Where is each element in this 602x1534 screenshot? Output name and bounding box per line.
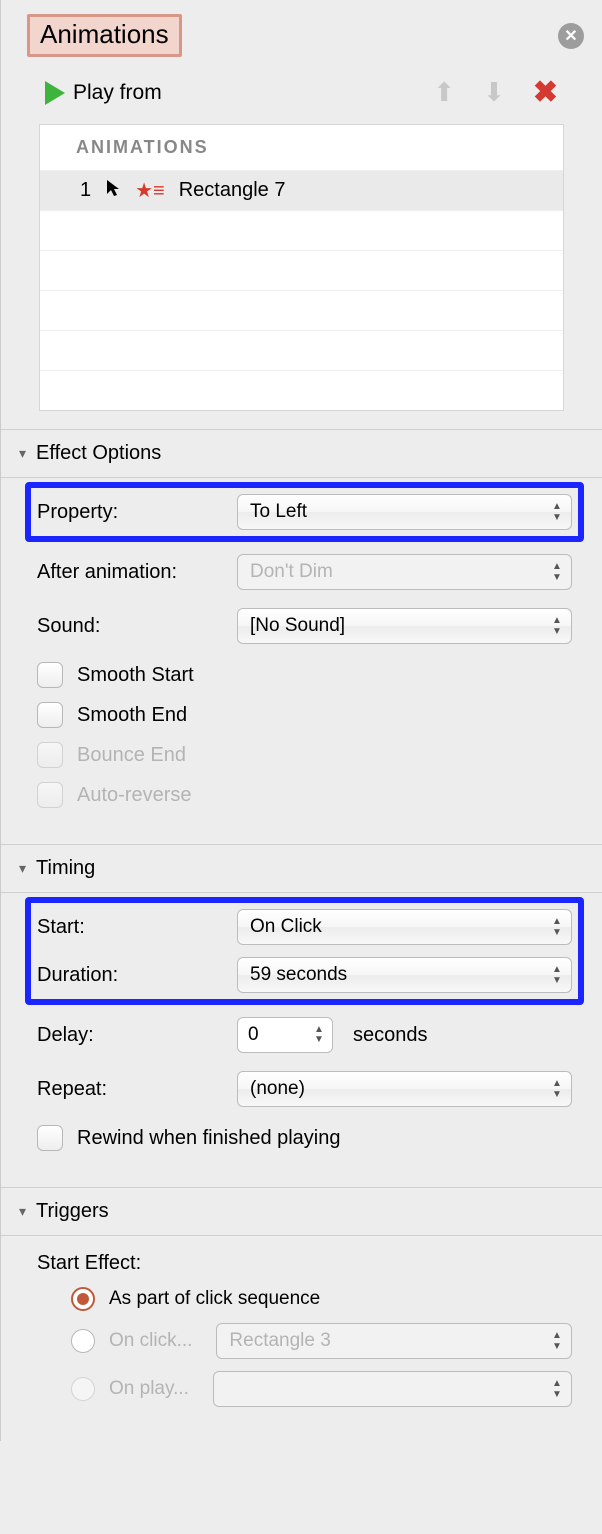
start-select[interactable]: On Click ▲▼ bbox=[237, 909, 572, 945]
trigger-onclick-select: Rectangle 3 ▲▼ bbox=[216, 1323, 572, 1359]
rewind-checkbox[interactable] bbox=[37, 1125, 63, 1151]
trigger-sequence-label: As part of click sequence bbox=[109, 1288, 320, 1310]
sound-select[interactable]: [No Sound] ▲▼ bbox=[237, 608, 572, 644]
stepper-icon: ▲▼ bbox=[549, 611, 565, 641]
trigger-onplay-label: On play... bbox=[109, 1378, 189, 1400]
repeat-value: (none) bbox=[250, 1078, 305, 1100]
section-header-effect-options[interactable]: ▾ Effect Options bbox=[1, 429, 602, 478]
highlight-annotation: Start: On Click ▲▼ Duration: 59 seconds … bbox=[25, 897, 584, 1005]
animation-list[interactable]: ANIMATIONS 1 ★≡ Rectangle 7 bbox=[39, 124, 564, 411]
animation-index: 1 bbox=[80, 179, 91, 202]
section-title: Timing bbox=[36, 857, 95, 880]
play-from-label: Play from bbox=[73, 81, 162, 105]
after-animation-label: After animation: bbox=[37, 561, 237, 584]
highlight-annotation: Property: To Left ▲▼ bbox=[25, 482, 584, 542]
section-title: Effect Options bbox=[36, 442, 161, 465]
close-panel-button[interactable]: ✕ bbox=[558, 23, 584, 49]
trigger-sequence-radio[interactable] bbox=[71, 1287, 95, 1311]
stepper-icon: ▲▼ bbox=[549, 1326, 565, 1356]
start-label: Start: bbox=[37, 916, 237, 939]
stepper-icon: ▲▼ bbox=[549, 497, 565, 527]
duration-value: 59 seconds bbox=[250, 964, 347, 986]
animation-list-empty-row bbox=[40, 210, 563, 250]
arrow-down-icon: ⬇ bbox=[483, 77, 505, 107]
property-value: To Left bbox=[250, 501, 307, 523]
stepper-icon: ▲▼ bbox=[549, 960, 565, 990]
delay-stepper[interactable]: 0 ▲▼ bbox=[237, 1017, 333, 1053]
stepper-icon: ▲▼ bbox=[549, 912, 565, 942]
close-icon: ✕ bbox=[564, 26, 577, 46]
stepper-icon: ▲▼ bbox=[310, 1020, 328, 1050]
panel-tab-animations[interactable]: Animations bbox=[27, 14, 182, 57]
smooth-start-label: Smooth Start bbox=[77, 664, 194, 687]
sound-label: Sound: bbox=[37, 615, 237, 638]
after-animation-value: Don't Dim bbox=[250, 561, 333, 583]
chevron-down-icon: ▾ bbox=[19, 1203, 26, 1220]
duration-select[interactable]: 59 seconds ▲▼ bbox=[237, 957, 572, 993]
animation-list-empty-row bbox=[40, 370, 563, 410]
arrow-up-icon: ⬆ bbox=[433, 77, 455, 107]
section-header-timing[interactable]: ▾ Timing bbox=[1, 844, 602, 893]
auto-reverse-checkbox bbox=[37, 782, 63, 808]
stepper-icon: ▲▼ bbox=[549, 1074, 565, 1104]
onclick-trigger-icon bbox=[105, 178, 121, 203]
smooth-end-label: Smooth End bbox=[77, 704, 187, 727]
smooth-end-checkbox[interactable] bbox=[37, 702, 63, 728]
duration-label: Duration: bbox=[37, 964, 237, 987]
stepper-icon: ▲▼ bbox=[549, 1374, 565, 1404]
sound-value: [No Sound] bbox=[250, 615, 345, 637]
property-label: Property: bbox=[37, 501, 237, 524]
trigger-onplay-select: ▲▼ bbox=[213, 1371, 572, 1407]
remove-animation-button[interactable]: ✖ bbox=[533, 75, 558, 110]
animation-list-empty-row bbox=[40, 290, 563, 330]
move-down-button[interactable]: ⬇ bbox=[483, 77, 505, 108]
remove-icon: ✖ bbox=[533, 76, 558, 109]
animation-list-empty-row bbox=[40, 250, 563, 290]
section-title: Triggers bbox=[36, 1200, 109, 1223]
after-animation-select: Don't Dim ▲▼ bbox=[237, 554, 572, 590]
move-up-button[interactable]: ⬆ bbox=[433, 77, 455, 108]
animation-list-empty-row bbox=[40, 330, 563, 370]
stepper-icon: ▲▼ bbox=[549, 557, 565, 587]
repeat-select[interactable]: (none) ▲▼ bbox=[237, 1071, 572, 1107]
trigger-onclick-value: Rectangle 3 bbox=[229, 1330, 330, 1352]
delay-label: Delay: bbox=[37, 1024, 237, 1047]
panel-tab-label: Animations bbox=[40, 19, 169, 49]
trigger-onclick-label: On click... bbox=[109, 1330, 192, 1352]
start-effect-label: Start Effect: bbox=[37, 1252, 572, 1275]
chevron-down-icon: ▾ bbox=[19, 445, 26, 462]
play-icon bbox=[45, 81, 65, 105]
section-header-triggers[interactable]: ▾ Triggers bbox=[1, 1187, 602, 1236]
bounce-end-checkbox bbox=[37, 742, 63, 768]
bounce-end-label: Bounce End bbox=[77, 744, 186, 767]
trigger-onplay-radio bbox=[71, 1377, 95, 1401]
play-from-button[interactable]: Play from bbox=[45, 81, 162, 105]
auto-reverse-label: Auto-reverse bbox=[77, 784, 192, 807]
effect-type-icon: ★≡ bbox=[135, 178, 165, 203]
delay-value: 0 bbox=[248, 1024, 259, 1046]
property-select[interactable]: To Left ▲▼ bbox=[237, 494, 572, 530]
delay-unit: seconds bbox=[353, 1024, 428, 1047]
start-value: On Click bbox=[250, 916, 322, 938]
animation-list-item[interactable]: 1 ★≡ Rectangle 7 bbox=[40, 170, 563, 210]
smooth-start-checkbox[interactable] bbox=[37, 662, 63, 688]
trigger-onclick-radio[interactable] bbox=[71, 1329, 95, 1353]
animation-target-name: Rectangle 7 bbox=[179, 179, 286, 202]
rewind-label: Rewind when finished playing bbox=[77, 1127, 341, 1150]
chevron-down-icon: ▾ bbox=[19, 860, 26, 877]
repeat-label: Repeat: bbox=[37, 1078, 237, 1101]
animation-list-header: ANIMATIONS bbox=[40, 125, 563, 170]
